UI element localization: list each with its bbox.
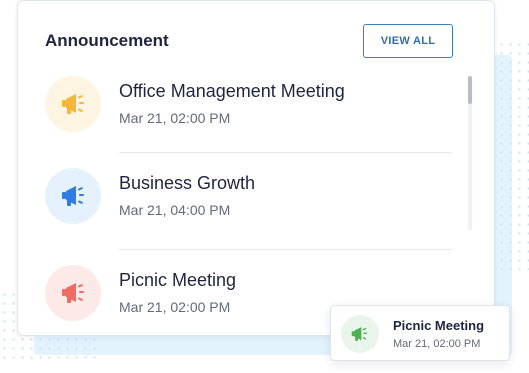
announcement-time: Mar 21, 02:00 PM [119, 299, 231, 315]
card-title: Announcement [45, 31, 169, 50]
megaphone-icon [341, 315, 379, 353]
megaphone-icon [45, 76, 101, 132]
notification-toast[interactable]: Picnic Meeting Mar 21, 02:00 PM [330, 305, 510, 361]
divider [119, 249, 452, 250]
list-item[interactable]: Business Growth Mar 21, 04:00 PM [45, 166, 453, 226]
megaphone-icon [45, 168, 101, 224]
scrollbar-thumb[interactable] [468, 76, 472, 104]
megaphone-icon [45, 265, 101, 321]
announcement-title: Picnic Meeting [119, 270, 237, 290]
announcement-title: Office Management Meeting [119, 81, 345, 101]
notification-title: Picnic Meeting [393, 318, 485, 333]
announcement-card: Announcement VIEW ALL Office Management … [17, 0, 495, 336]
list-item[interactable]: Office Management Meeting Mar 21, 02:00 … [45, 74, 453, 134]
announcement-time: Mar 21, 04:00 PM [119, 202, 231, 218]
announcement-time: Mar 21, 02:00 PM [119, 110, 231, 126]
divider [119, 152, 452, 153]
notification-time: Mar 21, 02:00 PM [393, 338, 481, 350]
view-all-button[interactable]: VIEW ALL [363, 24, 453, 58]
announcement-title: Business Growth [119, 173, 256, 193]
